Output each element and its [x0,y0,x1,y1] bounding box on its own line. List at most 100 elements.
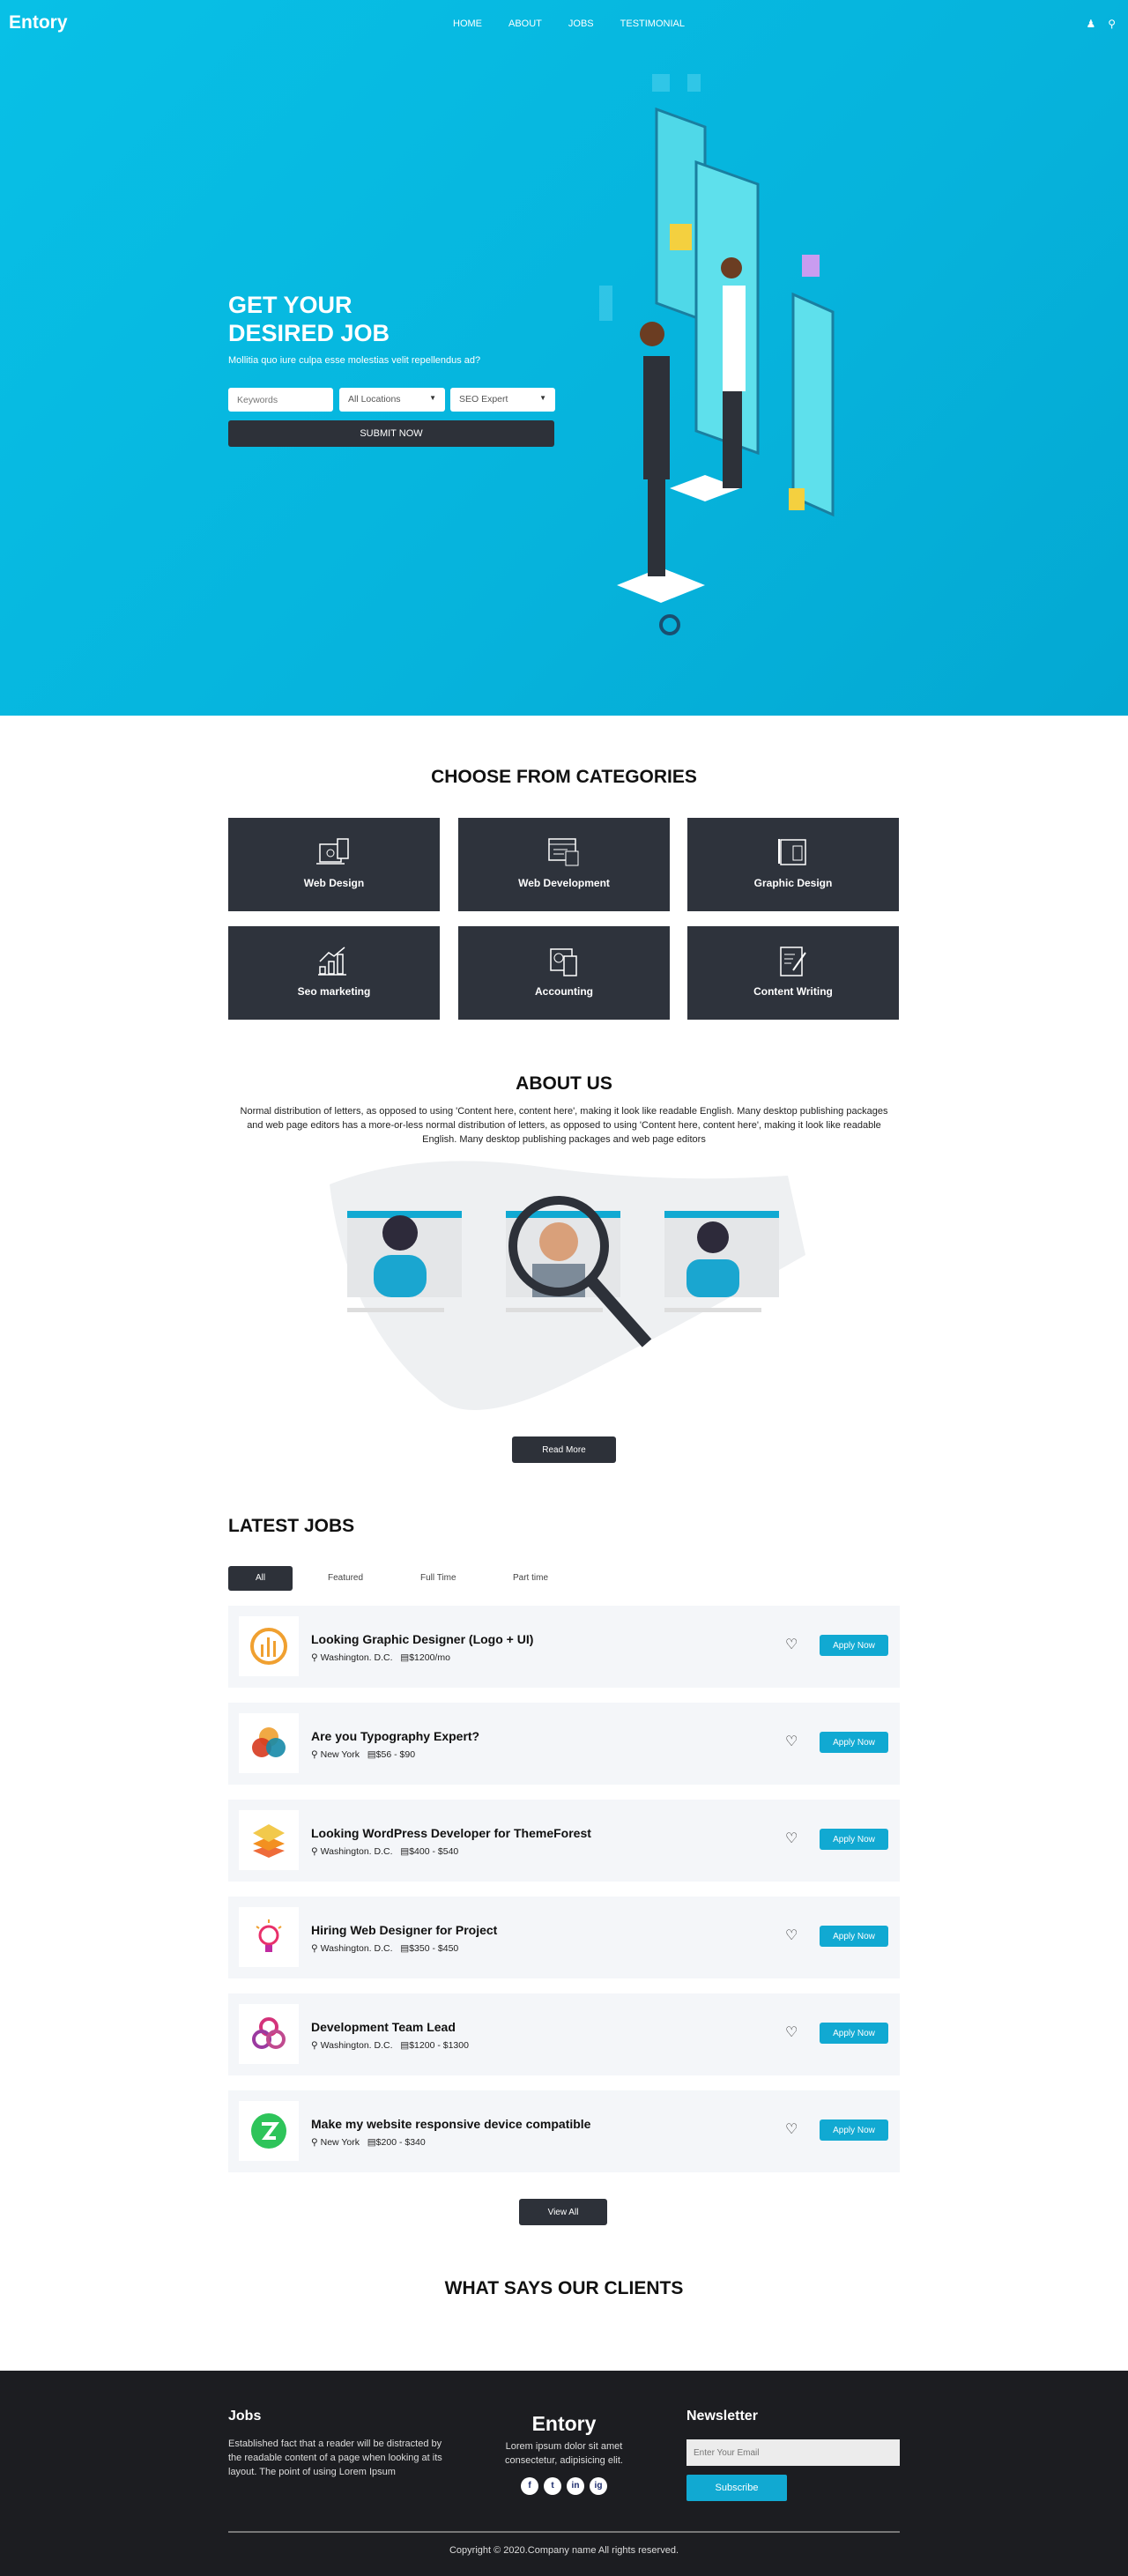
company-logo [239,1713,299,1773]
footer-brand-text: Lorem ipsum dolor sit amet consectetur, … [505,2441,623,2466]
heart-icon[interactable]: ♡ [785,1733,798,1750]
job-title[interactable]: Are you Typography Expert? [311,1729,479,1743]
about-text: Normal distribution of letters, as oppos… [240,1106,888,1145]
category-web-development[interactable]: Web Development [458,818,670,911]
tab-part-time[interactable]: Part time [486,1566,579,1591]
heart-icon[interactable]: ♡ [785,1636,798,1653]
heart-icon[interactable]: ♡ [785,1926,798,1944]
footer-jobs-title: Jobs [228,2409,262,2424]
job-salary: $1200/mo [409,1652,450,1663]
money-icon: ▤ [367,1749,376,1760]
heart-icon[interactable]: ♡ [785,2023,798,2041]
job-tabs: All Featured Full Time Part time [228,1566,579,1591]
heart-icon[interactable]: ♡ [785,1830,798,1847]
job-title[interactable]: Development Team Lead [311,2020,456,2034]
apply-now-button[interactable]: Apply Now [820,2023,888,2044]
category-graphic-design[interactable]: Graphic Design [687,818,899,911]
graphic-design-icon [778,839,806,865]
company-logo [239,1907,299,1967]
category-seo-marketing[interactable]: Seo marketing [228,926,440,1020]
apply-now-button[interactable]: Apply Now [820,1926,888,1947]
subscribe-button[interactable]: Subscribe [686,2475,787,2501]
job-card[interactable]: Are you Typography Expert? ⚲ New York ▤$… [228,1703,900,1785]
instagram-icon[interactable]: ig [590,2476,607,2495]
job-title[interactable]: Looking WordPress Developer for ThemeFor… [311,1826,591,1840]
location-pin-icon: ⚲ [311,2137,318,2148]
nav-testimonial[interactable]: TESTIMONIAL [620,19,685,29]
heart-icon[interactable]: ♡ [785,2120,798,2138]
growth-chart-icon [318,947,346,976]
apply-now-button[interactable]: Apply Now [820,1635,888,1656]
job-title[interactable]: Make my website responsive device compat… [311,2117,590,2131]
company-logo [239,1810,299,1870]
document-pen-icon [780,947,806,976]
category-content-writing[interactable]: Content Writing [687,926,899,1020]
location-select[interactable]: All Locations ▼ [339,388,445,412]
money-icon: ▤ [367,2137,376,2148]
job-location: New York [320,2137,360,2148]
category-accounting[interactable]: Accounting [458,926,670,1020]
job-location: New York [320,1749,360,1760]
hero-title: GET YOUR DESIRED JOB [228,292,390,346]
job-card[interactable]: Make my website responsive device compat… [228,2090,900,2172]
footer: Jobs Established fact that a reader will… [0,2371,1128,2576]
money-icon: ▤ [400,1652,410,1663]
apply-now-button[interactable]: Apply Now [820,2119,888,2141]
categories-title: CHOOSE FROM CATEGORIES [431,767,697,787]
user-icon[interactable]: ♟ [1086,18,1095,30]
code-monitor-icon [548,838,579,866]
company-logo [239,2004,299,2064]
money-icon: ▤ [400,1943,410,1954]
newsletter-email-input[interactable] [686,2439,900,2466]
testimonials-title: WHAT SAYS OUR CLIENTS [444,2278,684,2298]
job-card[interactable]: Hiring Web Designer for Project ⚲ Washin… [228,1897,900,1978]
view-all-button[interactable]: View All [519,2199,607,2225]
job-salary: $200 - $340 [375,2137,426,2148]
submit-button[interactable]: SUBMIT NOW [228,420,554,447]
hero-subtitle: Mollitia quo iure culpa esse molestias v… [228,355,481,366]
job-location: Washington. D.C. [320,1943,393,1954]
tab-full-time[interactable]: Full Time [394,1566,486,1591]
facebook-icon[interactable]: f [521,2476,538,2495]
job-card[interactable]: Development Team Lead ⚲ Washington. D.C.… [228,1993,900,2075]
location-pin-icon: ⚲ [311,1943,318,1954]
hero-illustration [599,74,835,635]
web-design-icon [316,838,349,865]
about-title: ABOUT US [516,1073,612,1094]
category-web-design[interactable]: Web Design [228,818,440,911]
job-location: Washington. D.C. [320,1846,393,1857]
calculator-icon [550,948,577,976]
location-pin-icon: ⚲ [311,1652,318,1663]
company-logo [239,1616,299,1676]
newsletter-title: Newsletter [686,2409,758,2424]
tab-featured[interactable]: Featured [301,1566,394,1591]
tab-all[interactable]: All [228,1566,293,1591]
job-salary: $1200 - $1300 [409,2040,469,2051]
money-icon: ▤ [400,1846,410,1857]
linkedin-icon[interactable]: in [567,2476,584,2495]
logo[interactable]: Entory [9,12,68,33]
apply-now-button[interactable]: Apply Now [820,1732,888,1753]
job-card[interactable]: Looking Graphic Designer (Logo + UI) ⚲ W… [228,1606,900,1688]
category-select[interactable]: SEO Expert ▼ [450,388,555,412]
money-icon: ▤ [400,2040,410,2051]
job-card[interactable]: Looking WordPress Developer for ThemeFor… [228,1800,900,1882]
company-logo [239,2101,299,2161]
job-salary: $400 - $540 [409,1846,459,1857]
nav-about[interactable]: ABOUT [508,19,542,29]
nav-jobs[interactable]: JOBS [568,19,594,29]
latest-jobs-title: LATEST JOBS [228,1516,355,1536]
footer-divider [228,2531,900,2533]
job-title[interactable]: Looking Graphic Designer (Logo + UI) [311,1632,533,1646]
search-icon[interactable]: ⚲ [1108,18,1116,30]
job-salary: $56 - $90 [375,1749,416,1760]
location-pin-icon: ⚲ [311,1749,318,1760]
location-pin-icon: ⚲ [311,1846,318,1857]
nav-home[interactable]: HOME [453,19,482,29]
twitter-icon[interactable]: t [544,2476,561,2495]
keywords-input[interactable] [228,388,333,412]
read-more-button[interactable]: Read More [512,1436,616,1463]
apply-now-button[interactable]: Apply Now [820,1829,888,1850]
job-title[interactable]: Hiring Web Designer for Project [311,1923,497,1937]
main-nav: HOME ABOUT JOBS TESTIMONIAL [453,19,685,29]
